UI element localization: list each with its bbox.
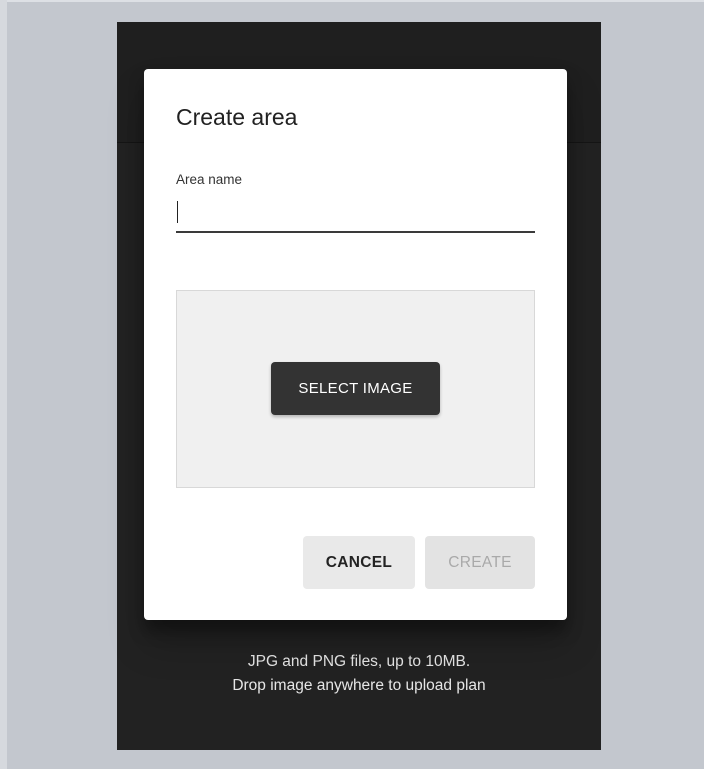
cancel-button[interactable]: CANCEL (303, 536, 415, 589)
image-drop-zone[interactable]: SELECT IMAGE (176, 290, 535, 488)
window-left-edge (0, 0, 7, 769)
area-name-input[interactable] (176, 197, 535, 233)
upload-hint: JPG and PNG files, up to 10MB. Drop imag… (117, 650, 601, 698)
text-caret (177, 201, 178, 223)
create-button[interactable]: CREATE (425, 536, 535, 589)
create-area-dialog: Create area Area name SELECT IMAGE CANCE… (144, 69, 567, 620)
upload-hint-formats: JPG and PNG files, up to 10MB. (247, 653, 471, 670)
window-top-edge (0, 0, 704, 2)
upload-hint-drop: Drop image anywhere to upload plan (232, 677, 486, 694)
area-name-label: Area name (176, 172, 243, 187)
dialog-title: Create area (176, 104, 298, 130)
select-image-button[interactable]: SELECT IMAGE (271, 362, 440, 415)
